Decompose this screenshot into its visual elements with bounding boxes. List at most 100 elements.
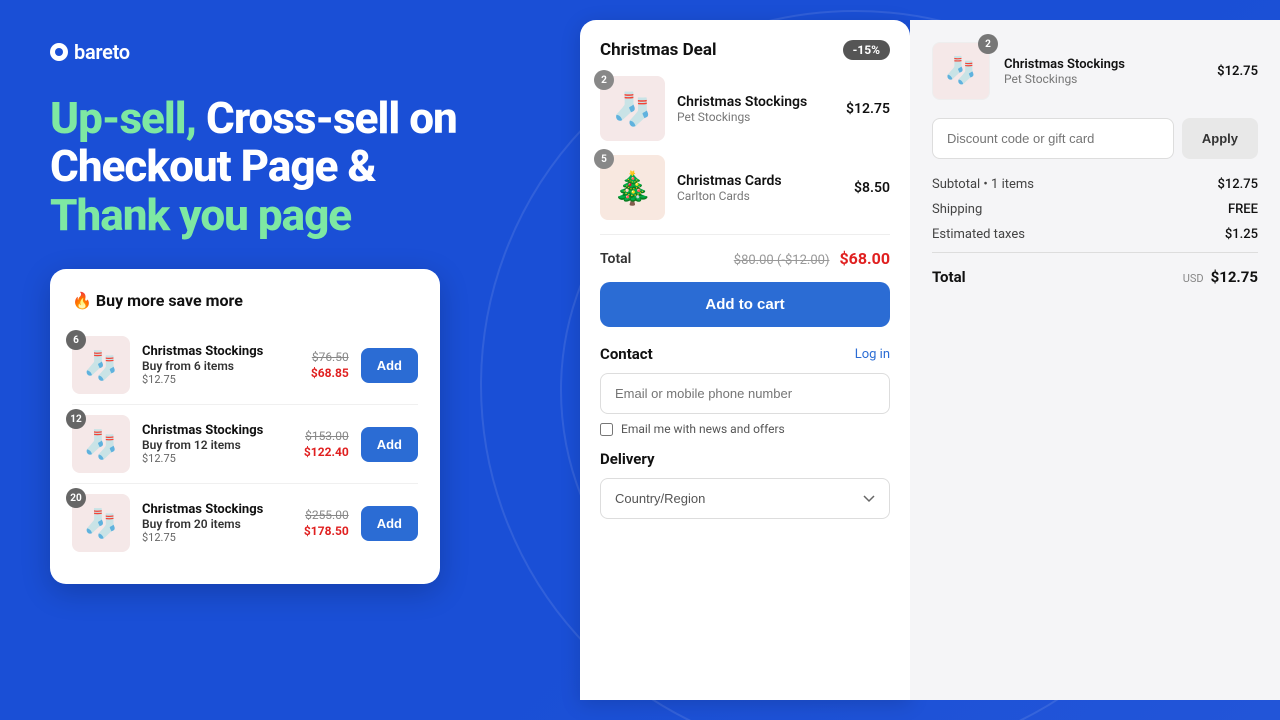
total-value-group: USD $12.75 <box>1183 267 1258 286</box>
item-name-2: Christmas Stockings <box>142 423 292 438</box>
headline-green: Up-sell, <box>50 92 196 144</box>
order-summary-panel: 2 🧦 Christmas Stockings Pet Stockings $1… <box>910 20 1280 700</box>
deal-cards-info: Christmas Cards Carlton Cards <box>677 173 842 203</box>
item-price-orig-2: $153.00 <box>305 429 349 443</box>
deal-cards-img-wrap: 5 🎄 <box>600 155 665 220</box>
taxes-row: Estimated taxes $1.25 <box>932 227 1258 242</box>
deal-cards-sub: Carlton Cards <box>677 189 842 203</box>
summary-item-badge: 2 <box>978 34 998 54</box>
item-price-orig-1: $76.50 <box>312 350 349 364</box>
item-info-1: Christmas Stockings Buy from 6 items $12… <box>142 344 299 386</box>
item-price-sale-2: $122.40 <box>304 445 349 459</box>
logo-text: bareto <box>74 40 130 64</box>
summary-item-name: Christmas Stockings <box>1004 57 1203 72</box>
deal-title: Christmas Deal <box>600 40 716 60</box>
deal-cards-badge: 5 <box>594 149 614 169</box>
apply-button[interactable]: Apply <box>1182 118 1258 159</box>
shipping-value: FREE <box>1228 202 1258 217</box>
item-price-orig-3: $255.00 <box>305 508 349 522</box>
checkout-card: Christmas Deal -15% 2 🧦 Christmas Stocki… <box>580 20 910 700</box>
country-select[interactable]: Country/Region <box>600 478 890 519</box>
summary-item-sub: Pet Stockings <box>1004 72 1203 86</box>
deal-stocking-img-wrap: 2 🧦 <box>600 76 665 141</box>
item-prices-3: $255.00 $178.50 <box>304 508 349 538</box>
summary-img-wrap: 2 🧦 <box>932 42 990 100</box>
total-value: $12.75 <box>1211 268 1258 286</box>
deal-stocking-name: Christmas Stockings <box>677 94 834 110</box>
upsell-widget: 🔥 Buy more save more 6 🧦 Christmas Stock… <box>50 269 440 584</box>
total-label: Total <box>932 268 966 286</box>
item-name-3: Christmas Stockings <box>142 502 292 517</box>
summary-item-info: Christmas Stockings Pet Stockings <box>1004 57 1203 86</box>
upsell-item-1: 6 🧦 Christmas Stockings Buy from 6 items… <box>72 326 418 405</box>
deal-item-cards: 5 🎄 Christmas Cards Carlton Cards $8.50 <box>600 155 890 220</box>
add-button-1[interactable]: Add <box>361 348 418 383</box>
contact-title: Contact <box>600 345 653 363</box>
newsletter-checkbox-row: Email me with news and offers <box>600 422 890 436</box>
item-img-wrap-2: 12 🧦 <box>72 415 130 473</box>
upsell-item-2: 12 🧦 Christmas Stockings Buy from 12 ite… <box>72 405 418 484</box>
left-panel: bareto Up-sell, Cross-sell onCheckout Pa… <box>0 0 580 720</box>
deal-header: Christmas Deal -15% <box>600 40 890 60</box>
item-unit-3: $12.75 <box>142 531 292 544</box>
item-prices-2: $153.00 $122.40 <box>304 429 349 459</box>
add-to-cart-button[interactable]: Add to cart <box>600 282 890 327</box>
contact-header: Contact Log in <box>600 345 890 363</box>
taxes-label: Estimated taxes <box>932 227 1025 242</box>
deal-total-label: Total <box>600 251 631 267</box>
item-sub-1: Buy from 6 items <box>142 359 299 373</box>
right-panel: Christmas Deal -15% 2 🧦 Christmas Stocki… <box>580 0 1280 720</box>
item-info-3: Christmas Stockings Buy from 20 items $1… <box>142 502 292 544</box>
shipping-label: Shipping <box>932 202 982 217</box>
item-unit-1: $12.75 <box>142 373 299 386</box>
item-unit-2: $12.75 <box>142 452 292 465</box>
discount-row: Apply <box>932 118 1258 159</box>
item-sub-3: Buy from 20 items <box>142 517 292 531</box>
deal-stocking-price: $12.75 <box>846 101 890 117</box>
headline-green2: Thank you page <box>50 189 351 241</box>
total-currency: USD <box>1183 272 1204 285</box>
subtotal-value: $12.75 <box>1217 177 1258 192</box>
deal-cards-price: $8.50 <box>854 180 890 196</box>
deal-item-stockings: 2 🧦 Christmas Stockings Pet Stockings $1… <box>600 76 890 141</box>
item-sub-2: Buy from 12 items <box>142 438 292 452</box>
newsletter-checkbox[interactable] <box>600 423 613 436</box>
deal-stocking-badge: 2 <box>594 70 614 90</box>
deal-total-sale: $68.00 <box>839 249 890 268</box>
summary-item-price: $12.75 <box>1217 64 1258 79</box>
delivery-title: Delivery <box>600 450 890 468</box>
item-img-wrap-1: 6 🧦 <box>72 336 130 394</box>
upsell-item-3: 20 🧦 Christmas Stockings Buy from 20 ite… <box>72 484 418 562</box>
discount-input[interactable] <box>932 118 1174 159</box>
logo-icon <box>50 43 68 61</box>
contact-section: Contact Log in Email me with news and of… <box>600 345 890 436</box>
item-prices-1: $76.50 $68.85 <box>311 350 349 380</box>
deal-stocking-info: Christmas Stockings Pet Stockings <box>677 94 834 124</box>
newsletter-label: Email me with news and offers <box>621 422 785 436</box>
delivery-section: Delivery Country/Region <box>600 450 890 519</box>
item-info-2: Christmas Stockings Buy from 12 items $1… <box>142 423 292 465</box>
add-button-3[interactable]: Add <box>361 506 418 541</box>
log-in-link[interactable]: Log in <box>855 347 890 362</box>
deal-total-orig: $80.00 (-$12.00) <box>734 253 830 268</box>
item-name-1: Christmas Stockings <box>142 344 299 359</box>
logo: bareto <box>50 40 530 64</box>
deal-stocking-sub: Pet Stockings <box>677 110 834 124</box>
deal-cards-name: Christmas Cards <box>677 173 842 189</box>
taxes-value: $1.25 <box>1225 227 1258 242</box>
email-input[interactable] <box>600 373 890 414</box>
deal-total-prices: $80.00 (-$12.00) $68.00 <box>734 249 890 268</box>
page-layout: bareto Up-sell, Cross-sell onCheckout Pa… <box>0 0 1280 720</box>
shipping-row: Shipping FREE <box>932 202 1258 217</box>
item-price-sale-3: $178.50 <box>304 524 349 538</box>
subtotal-row: Subtotal • 1 items $12.75 <box>932 177 1258 192</box>
total-row: Total USD $12.75 <box>932 252 1258 286</box>
deal-badge: -15% <box>843 40 890 60</box>
upsell-title: 🔥 Buy more save more <box>72 291 418 310</box>
item-price-sale-1: $68.85 <box>311 366 349 380</box>
summary-item-row: 2 🧦 Christmas Stockings Pet Stockings $1… <box>932 42 1258 100</box>
subtotal-label: Subtotal • 1 items <box>932 177 1034 192</box>
headline: Up-sell, Cross-sell onCheckout Page & Th… <box>50 94 530 239</box>
item-img-wrap-3: 20 🧦 <box>72 494 130 552</box>
add-button-2[interactable]: Add <box>361 427 418 462</box>
